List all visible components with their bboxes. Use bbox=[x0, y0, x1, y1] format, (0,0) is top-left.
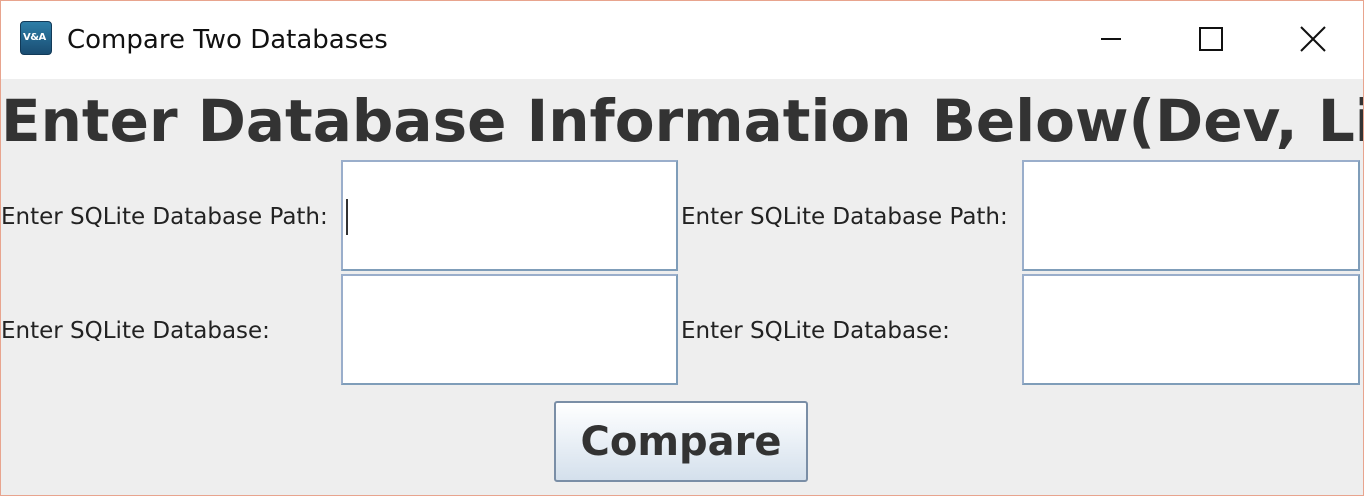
live-database-label: Enter SQLite Database: bbox=[681, 318, 950, 344]
window-title: Compare Two Databases bbox=[67, 25, 388, 55]
app-window: V&A Compare Two Databases Enter Database… bbox=[0, 0, 1364, 496]
minimize-button[interactable] bbox=[1063, 1, 1159, 79]
close-button[interactable] bbox=[1263, 1, 1359, 79]
dev-path-label: Enter SQLite Database Path: bbox=[1, 204, 328, 230]
minimize-icon bbox=[1101, 38, 1121, 40]
close-icon bbox=[1300, 26, 1326, 52]
live-path-input[interactable] bbox=[1022, 160, 1360, 271]
maximize-button[interactable] bbox=[1163, 1, 1259, 79]
text-caret bbox=[346, 199, 348, 235]
app-icon: V&A bbox=[20, 21, 52, 55]
maximize-icon bbox=[1199, 27, 1223, 51]
dev-database-input[interactable] bbox=[341, 274, 678, 385]
live-database-input[interactable] bbox=[1022, 274, 1360, 385]
compare-button[interactable]: Compare bbox=[554, 401, 808, 482]
live-path-label: Enter SQLite Database Path: bbox=[681, 204, 1008, 230]
title-bar[interactable]: V&A Compare Two Databases bbox=[1, 1, 1363, 79]
page-heading: Enter Database Information Below(Dev, Li… bbox=[1, 87, 1364, 155]
app-icon-text: V&A bbox=[23, 32, 46, 43]
dev-database-label: Enter SQLite Database: bbox=[1, 318, 270, 344]
dev-path-input[interactable] bbox=[341, 160, 678, 271]
